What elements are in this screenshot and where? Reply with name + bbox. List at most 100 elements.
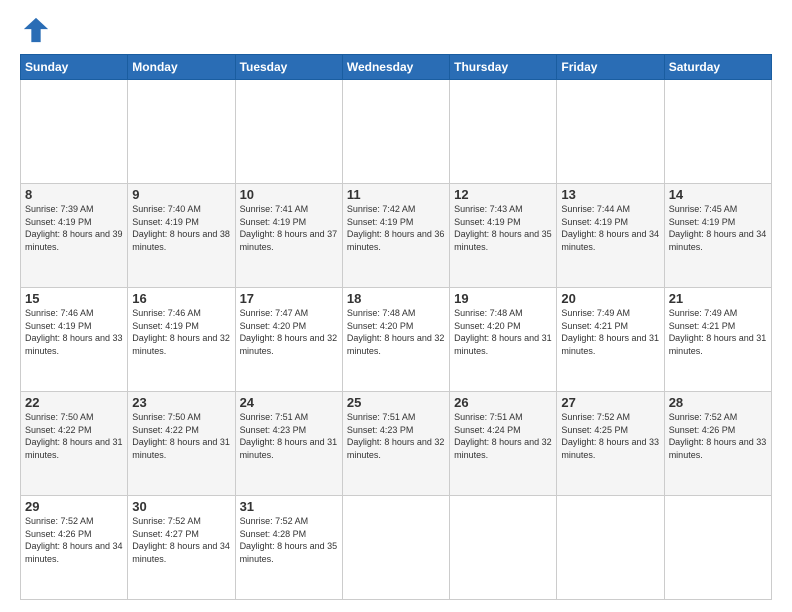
calendar-cell: 18Sunrise: 7:48 AMSunset: 4:20 PMDayligh… [342, 288, 449, 392]
calendar-cell [557, 80, 664, 184]
calendar-cell: 29Sunrise: 7:52 AMSunset: 4:26 PMDayligh… [21, 496, 128, 600]
calendar-cell [450, 496, 557, 600]
calendar-cell [664, 80, 771, 184]
calendar-header-row: SundayMondayTuesdayWednesdayThursdayFrid… [21, 55, 772, 80]
cell-info: Sunrise: 7:50 AMSunset: 4:22 PMDaylight:… [132, 411, 230, 461]
day-number: 8 [25, 187, 123, 202]
day-number: 21 [669, 291, 767, 306]
cell-info: Sunrise: 7:51 AMSunset: 4:24 PMDaylight:… [454, 411, 552, 461]
day-number: 23 [132, 395, 230, 410]
cell-info: Sunrise: 7:51 AMSunset: 4:23 PMDaylight:… [240, 411, 338, 461]
calendar-cell [21, 80, 128, 184]
calendar-cell: 12Sunrise: 7:43 AMSunset: 4:19 PMDayligh… [450, 184, 557, 288]
day-number: 16 [132, 291, 230, 306]
day-number: 31 [240, 499, 338, 514]
cell-info: Sunrise: 7:52 AMSunset: 4:26 PMDaylight:… [25, 515, 123, 565]
calendar-cell: 20Sunrise: 7:49 AMSunset: 4:21 PMDayligh… [557, 288, 664, 392]
cell-info: Sunrise: 7:52 AMSunset: 4:25 PMDaylight:… [561, 411, 659, 461]
day-header-wednesday: Wednesday [342, 55, 449, 80]
day-number: 10 [240, 187, 338, 202]
calendar-week-1: 8Sunrise: 7:39 AMSunset: 4:19 PMDaylight… [21, 184, 772, 288]
calendar-cell: 28Sunrise: 7:52 AMSunset: 4:26 PMDayligh… [664, 392, 771, 496]
day-number: 13 [561, 187, 659, 202]
day-number: 30 [132, 499, 230, 514]
cell-info: Sunrise: 7:42 AMSunset: 4:19 PMDaylight:… [347, 203, 445, 253]
calendar-cell: 17Sunrise: 7:47 AMSunset: 4:20 PMDayligh… [235, 288, 342, 392]
calendar-cell: 21Sunrise: 7:49 AMSunset: 4:21 PMDayligh… [664, 288, 771, 392]
calendar-cell: 26Sunrise: 7:51 AMSunset: 4:24 PMDayligh… [450, 392, 557, 496]
calendar-table: SundayMondayTuesdayWednesdayThursdayFrid… [20, 54, 772, 600]
cell-info: Sunrise: 7:49 AMSunset: 4:21 PMDaylight:… [669, 307, 767, 357]
calendar-cell: 8Sunrise: 7:39 AMSunset: 4:19 PMDaylight… [21, 184, 128, 288]
calendar-cell: 13Sunrise: 7:44 AMSunset: 4:19 PMDayligh… [557, 184, 664, 288]
day-number: 22 [25, 395, 123, 410]
cell-info: Sunrise: 7:45 AMSunset: 4:19 PMDaylight:… [669, 203, 767, 253]
calendar-cell: 14Sunrise: 7:45 AMSunset: 4:19 PMDayligh… [664, 184, 771, 288]
calendar-week-4: 29Sunrise: 7:52 AMSunset: 4:26 PMDayligh… [21, 496, 772, 600]
day-number: 19 [454, 291, 552, 306]
calendar-cell [128, 80, 235, 184]
cell-info: Sunrise: 7:40 AMSunset: 4:19 PMDaylight:… [132, 203, 230, 253]
day-number: 11 [347, 187, 445, 202]
calendar-week-2: 15Sunrise: 7:46 AMSunset: 4:19 PMDayligh… [21, 288, 772, 392]
day-number: 12 [454, 187, 552, 202]
calendar-cell: 9Sunrise: 7:40 AMSunset: 4:19 PMDaylight… [128, 184, 235, 288]
day-number: 9 [132, 187, 230, 202]
day-header-monday: Monday [128, 55, 235, 80]
day-number: 14 [669, 187, 767, 202]
calendar-cell: 31Sunrise: 7:52 AMSunset: 4:28 PMDayligh… [235, 496, 342, 600]
cell-info: Sunrise: 7:48 AMSunset: 4:20 PMDaylight:… [454, 307, 552, 357]
cell-info: Sunrise: 7:43 AMSunset: 4:19 PMDaylight:… [454, 203, 552, 253]
day-number: 26 [454, 395, 552, 410]
calendar-cell: 25Sunrise: 7:51 AMSunset: 4:23 PMDayligh… [342, 392, 449, 496]
cell-info: Sunrise: 7:47 AMSunset: 4:20 PMDaylight:… [240, 307, 338, 357]
calendar-cell: 15Sunrise: 7:46 AMSunset: 4:19 PMDayligh… [21, 288, 128, 392]
cell-info: Sunrise: 7:52 AMSunset: 4:26 PMDaylight:… [669, 411, 767, 461]
page: SundayMondayTuesdayWednesdayThursdayFrid… [0, 0, 792, 612]
calendar-cell: 24Sunrise: 7:51 AMSunset: 4:23 PMDayligh… [235, 392, 342, 496]
calendar-week-3: 22Sunrise: 7:50 AMSunset: 4:22 PMDayligh… [21, 392, 772, 496]
day-number: 17 [240, 291, 338, 306]
calendar-cell: 27Sunrise: 7:52 AMSunset: 4:25 PMDayligh… [557, 392, 664, 496]
cell-info: Sunrise: 7:46 AMSunset: 4:19 PMDaylight:… [25, 307, 123, 357]
cell-info: Sunrise: 7:41 AMSunset: 4:19 PMDaylight:… [240, 203, 338, 253]
calendar-cell [235, 80, 342, 184]
calendar-cell: 30Sunrise: 7:52 AMSunset: 4:27 PMDayligh… [128, 496, 235, 600]
calendar-week-0 [21, 80, 772, 184]
cell-info: Sunrise: 7:52 AMSunset: 4:28 PMDaylight:… [240, 515, 338, 565]
day-number: 25 [347, 395, 445, 410]
cell-info: Sunrise: 7:48 AMSunset: 4:20 PMDaylight:… [347, 307, 445, 357]
cell-info: Sunrise: 7:39 AMSunset: 4:19 PMDaylight:… [25, 203, 123, 253]
day-header-thursday: Thursday [450, 55, 557, 80]
logo [20, 16, 50, 44]
cell-info: Sunrise: 7:52 AMSunset: 4:27 PMDaylight:… [132, 515, 230, 565]
calendar-cell [557, 496, 664, 600]
day-number: 18 [347, 291, 445, 306]
cell-info: Sunrise: 7:46 AMSunset: 4:19 PMDaylight:… [132, 307, 230, 357]
cell-info: Sunrise: 7:49 AMSunset: 4:21 PMDaylight:… [561, 307, 659, 357]
day-header-saturday: Saturday [664, 55, 771, 80]
header [20, 16, 772, 44]
calendar-cell: 16Sunrise: 7:46 AMSunset: 4:19 PMDayligh… [128, 288, 235, 392]
day-header-friday: Friday [557, 55, 664, 80]
calendar-cell [342, 80, 449, 184]
day-number: 27 [561, 395, 659, 410]
day-number: 24 [240, 395, 338, 410]
day-number: 28 [669, 395, 767, 410]
cell-info: Sunrise: 7:51 AMSunset: 4:23 PMDaylight:… [347, 411, 445, 461]
calendar-cell: 11Sunrise: 7:42 AMSunset: 4:19 PMDayligh… [342, 184, 449, 288]
day-number: 20 [561, 291, 659, 306]
calendar-cell: 22Sunrise: 7:50 AMSunset: 4:22 PMDayligh… [21, 392, 128, 496]
calendar-cell: 19Sunrise: 7:48 AMSunset: 4:20 PMDayligh… [450, 288, 557, 392]
calendar-cell: 23Sunrise: 7:50 AMSunset: 4:22 PMDayligh… [128, 392, 235, 496]
calendar-cell [450, 80, 557, 184]
day-header-tuesday: Tuesday [235, 55, 342, 80]
logo-icon [22, 16, 50, 44]
cell-info: Sunrise: 7:44 AMSunset: 4:19 PMDaylight:… [561, 203, 659, 253]
day-number: 29 [25, 499, 123, 514]
calendar-cell: 10Sunrise: 7:41 AMSunset: 4:19 PMDayligh… [235, 184, 342, 288]
calendar-cell [664, 496, 771, 600]
cell-info: Sunrise: 7:50 AMSunset: 4:22 PMDaylight:… [25, 411, 123, 461]
day-header-sunday: Sunday [21, 55, 128, 80]
calendar-cell [342, 496, 449, 600]
